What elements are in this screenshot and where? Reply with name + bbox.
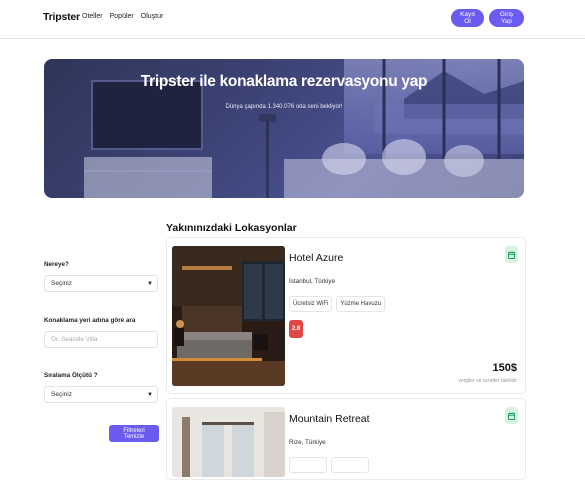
hero-banner: Tripster ile konaklama rezervasyonu yap … (44, 59, 524, 198)
destination-select-value: Seçiniz (51, 280, 72, 287)
nav-item-create[interactable]: Oluştur (141, 13, 164, 20)
sort-select-value: Seçiniz (51, 391, 72, 398)
hotel-location: İstanbul, Türkiye (289, 278, 336, 285)
nav-item-popular[interactable]: Popüler (110, 13, 134, 20)
amenity-tag (289, 457, 327, 473)
sort-label: Sıralama Ölçütü ? (44, 372, 98, 379)
name-search-input[interactable] (44, 331, 158, 348)
name-search-label: Konaklama yeri adına göre ara (44, 317, 136, 324)
price-note: vergiler ve ücretler dahildir (458, 378, 517, 384)
destination-select[interactable]: Seçiniz ▼ (44, 275, 158, 292)
section-title: Yakınınızdaki Lokasyonlar (166, 222, 297, 234)
hotel-name[interactable]: Hotel Azure (289, 252, 343, 264)
hotel-name[interactable]: Mountain Retreat (289, 413, 370, 425)
amenity-tag: Yüzme Havuzu (336, 296, 386, 312)
destination-label: Nereye? (44, 261, 69, 268)
hotel-image[interactable] (172, 407, 285, 477)
top-header: Tripster Oteller Popüler Oluştur Kayıt O… (0, 0, 585, 39)
amenity-tags: Ücretsiz WiFi Yüzme Havuzu (289, 296, 386, 312)
nav-item-hotels[interactable]: Oteller (82, 13, 103, 20)
sort-select[interactable]: Seçiniz ▼ (44, 386, 158, 403)
hotel-location: Rize, Türkiye (289, 439, 326, 446)
clear-filters-button[interactable]: Filtreleri Temizle (109, 425, 159, 442)
login-button[interactable]: Giriş Yap (489, 9, 524, 27)
calendar-icon[interactable] (505, 246, 518, 263)
chevron-down-icon: ▼ (147, 281, 153, 287)
brand-logo[interactable]: Tripster (43, 11, 80, 23)
hero-subtitle: Dünya çapında 1.340.076 oda seni bekliyo… (225, 104, 343, 110)
amenity-tag (331, 457, 369, 473)
register-button[interactable]: Kayıt Ol (451, 9, 484, 27)
main-nav: Oteller Popüler Oluştur (82, 13, 163, 20)
amenity-tags (289, 457, 369, 473)
listing-card[interactable]: Hotel Azure İstanbul, Türkiye Ücretsiz W… (166, 237, 526, 394)
hotel-image[interactable] (172, 246, 285, 386)
listing-card[interactable]: Mountain Retreat Rize, Türkiye (166, 398, 526, 480)
amenity-tag: Ücretsiz WiFi (289, 296, 333, 312)
rating-badge: 2.8 (289, 320, 303, 338)
hero-title: Tripster ile konaklama rezervasyonu yap (140, 73, 428, 90)
chevron-down-icon: ▼ (147, 392, 153, 398)
price: 150$ (492, 362, 517, 374)
calendar-icon[interactable] (505, 407, 518, 424)
